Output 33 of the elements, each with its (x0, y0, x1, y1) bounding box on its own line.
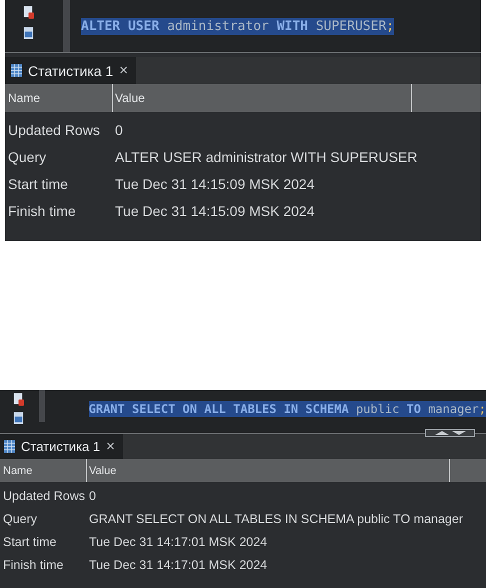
column-header[interactable]: Value (112, 84, 412, 112)
table-cell: 0 (89, 488, 96, 502)
table-cell-text: Start time (2, 534, 58, 548)
variable-icon (22, 27, 34, 40)
scroll-arrows-icon[interactable] (425, 429, 475, 437)
table-cell-text: Finish time (2, 558, 64, 572)
column-header[interactable]: Value (86, 459, 450, 482)
table-cell: Tue Dec 31 14:15:09 MSK 2024 (115, 202, 314, 218)
grid-icon (4, 440, 15, 453)
file-error-icon (22, 6, 34, 19)
results-tab[interactable]: Статистика 1 × (0, 434, 123, 459)
table-cell: Tue Dec 31 14:17:01 MSK 2024 (89, 534, 268, 548)
grid-icon (11, 64, 22, 77)
gutter-bar (39, 390, 45, 422)
file-error-icon (13, 393, 24, 406)
close-tab-button[interactable]: × (106, 438, 115, 455)
table-cell-text: Finish time (7, 202, 77, 218)
column-header[interactable]: Name (5, 84, 112, 112)
close-tab-button[interactable]: × (119, 62, 128, 79)
table-cell: GRANT SELECT ON ALL TABLES IN SCHEMA public TO manager (89, 512, 463, 526)
variable-icon (13, 412, 24, 425)
table-cell: ALTER USER administrator WITH SUPERUSER (115, 148, 418, 164)
table-cell: Tue Dec 31 14:15:09 MSK 2024 (115, 176, 314, 192)
gutter-bar (63, 0, 70, 52)
table-cell-text: Updated Rows (7, 122, 101, 138)
table-cell-text: Start time (7, 176, 69, 192)
results-tab[interactable]: Статистика 1 × (5, 57, 136, 84)
table-cell-text: Updated Rows (2, 488, 86, 502)
table-cell-text: Query (7, 148, 48, 164)
table-cell: 0 (115, 122, 123, 138)
table-cell: Tue Dec 31 14:17:01 MSK 2024 (89, 558, 268, 572)
table-cell-text: Query (2, 512, 38, 526)
column-header[interactable]: Name (0, 459, 86, 482)
